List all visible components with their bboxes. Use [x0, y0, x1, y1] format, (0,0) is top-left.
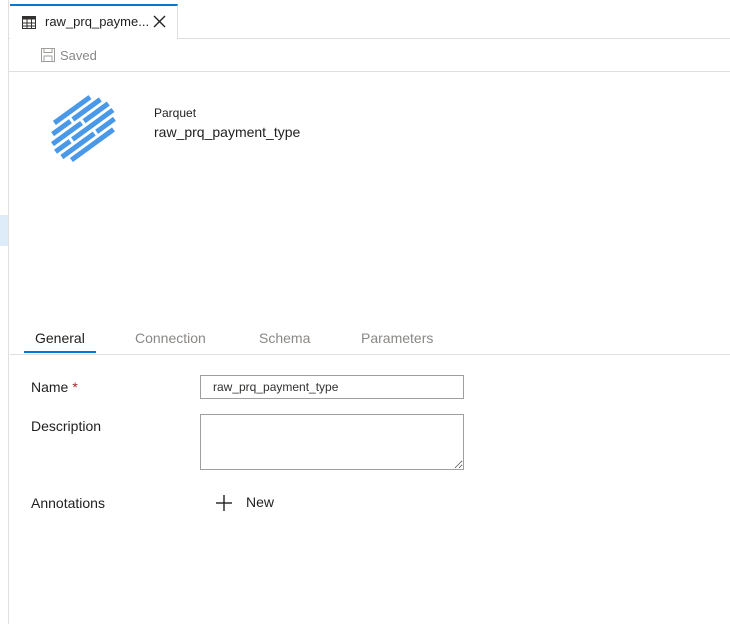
tab-parameters[interactable]: Parameters [361, 330, 433, 346]
left-panel-selection [0, 215, 8, 246]
plus-icon [216, 495, 232, 511]
close-icon[interactable] [153, 15, 166, 28]
tab-schema[interactable]: Schema [259, 330, 310, 346]
active-tab-indicator [24, 351, 96, 353]
document-tab-label: raw_prq_payme... [45, 14, 150, 29]
toolbar: Saved [9, 39, 730, 72]
parquet-logo-icon [50, 95, 116, 162]
document-tab-strip: raw_prq_payme... [9, 0, 730, 39]
name-input[interactable] [200, 375, 464, 399]
new-annotation-label: New [246, 494, 275, 510]
dataset-name: raw_prq_payment_type [154, 124, 301, 140]
property-tabs: General Connection Schema Parameters [10, 322, 730, 355]
description-input[interactable] [200, 414, 464, 470]
name-label: Name * [31, 379, 78, 395]
required-marker: * [72, 379, 78, 395]
dataset-type: Parquet [154, 106, 197, 120]
table-icon [22, 16, 36, 29]
description-label: Description [31, 418, 102, 434]
saved-status: Saved [60, 48, 97, 63]
tab-general[interactable]: General [35, 330, 85, 346]
document-tab[interactable]: raw_prq_payme... [10, 4, 178, 39]
name-label-text: Name [31, 379, 69, 395]
tab-connection[interactable]: Connection [135, 330, 206, 346]
save-icon[interactable] [41, 48, 55, 62]
left-panel-edge [0, 0, 9, 624]
annotations-label: Annotations [31, 495, 105, 511]
